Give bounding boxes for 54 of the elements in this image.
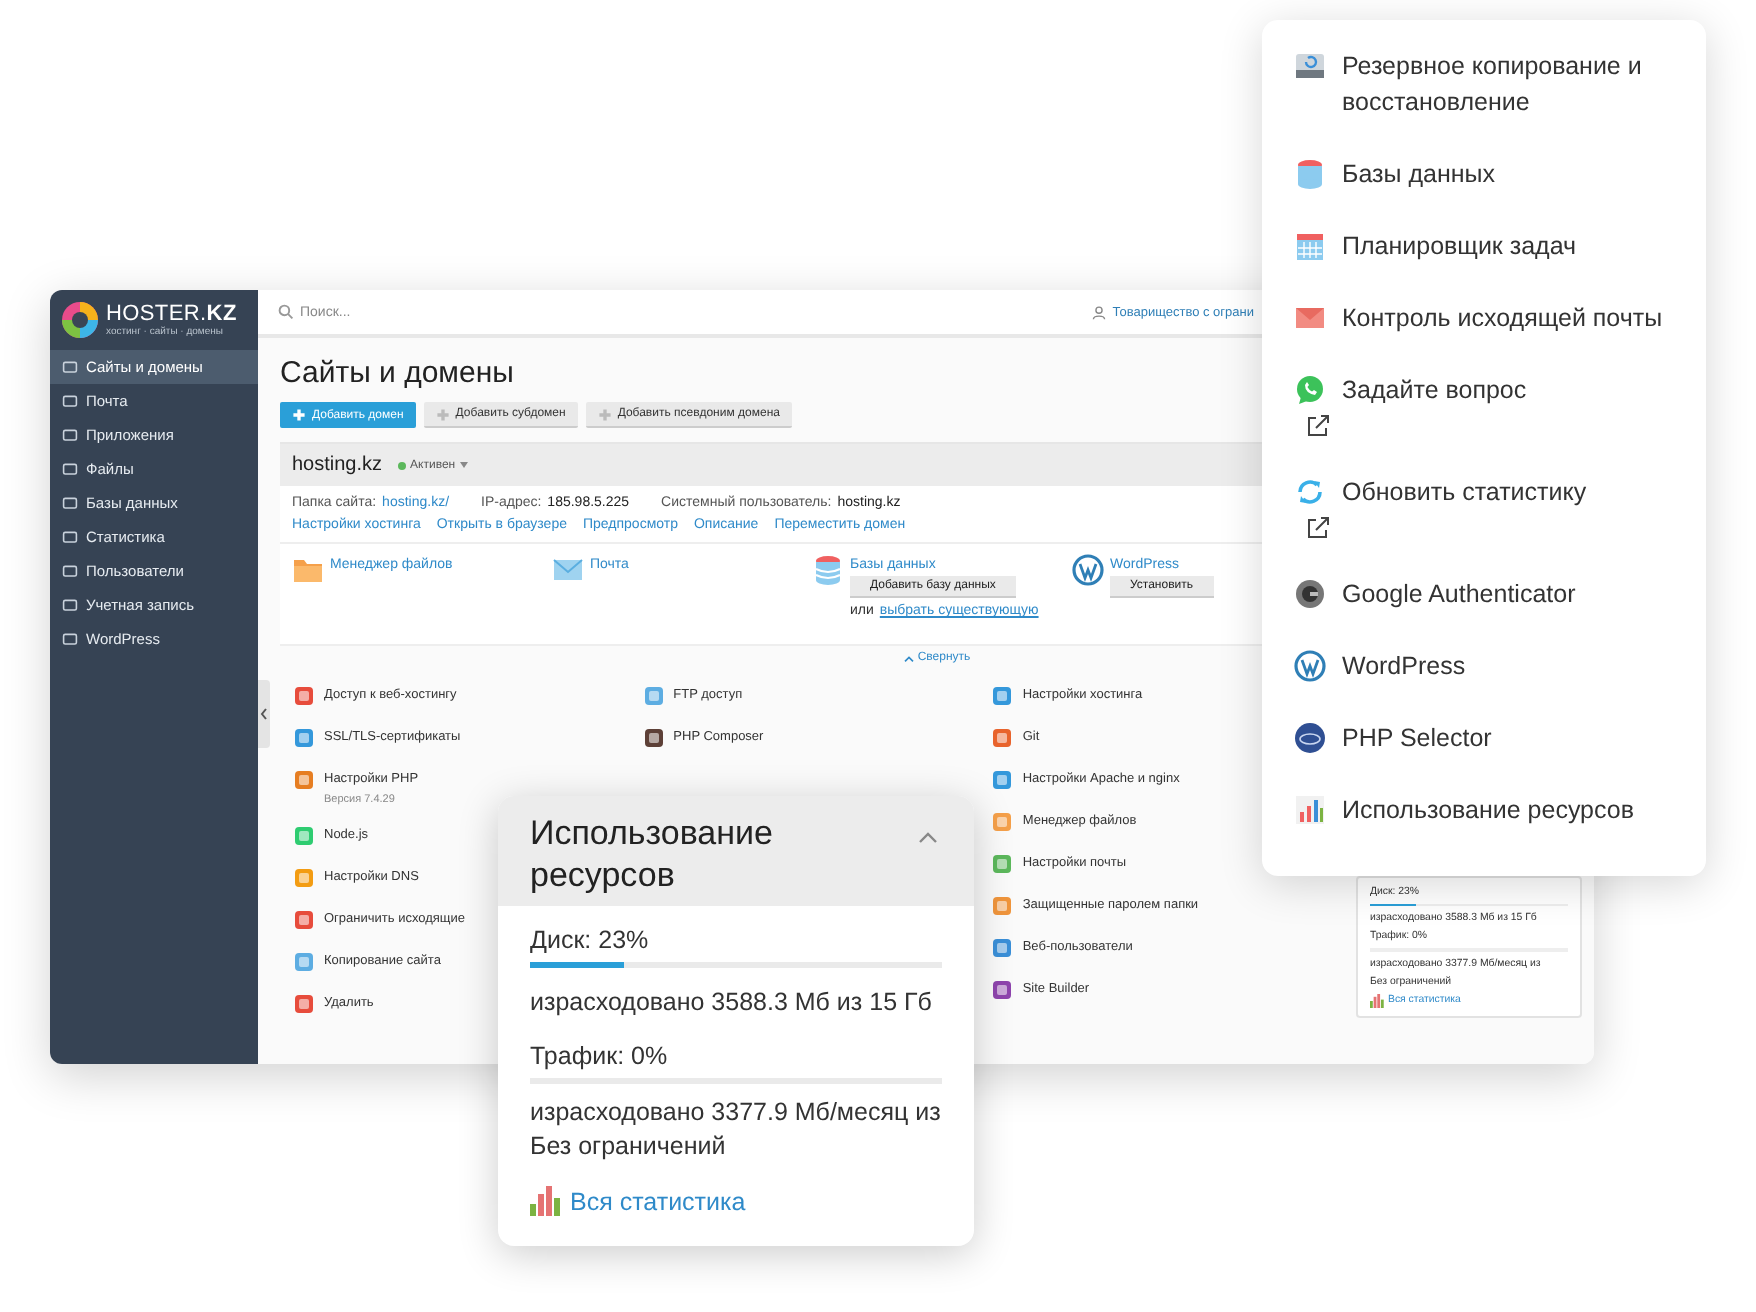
traffic-used-text: израсходовано 3377.9 Мб/месяц из [530,1098,942,1126]
drive-icon [1294,50,1326,82]
disk-label: Диск: 23% [530,926,651,954]
popup-title: Использование ресурсов [530,812,775,896]
tool-icon [294,825,314,845]
external-link-icon [1306,516,1330,540]
caret-icon [459,462,468,468]
menu-item[interactable]: PHP Selector [1294,720,1706,756]
tool-icon [992,811,1013,831]
search-icon [278,304,294,320]
calendar-icon [1294,230,1326,262]
tool-icon [294,685,314,705]
tool-icon [294,867,314,887]
external-link-icon [1306,414,1330,438]
refresh-icon [1294,476,1326,508]
all-statistics-link[interactable]: Вся статистика [570,1188,746,1216]
tool-icon [992,769,1013,789]
sidebar-collapse-handle[interactable] [258,679,270,747]
tool-icon [294,993,314,1013]
menu-item[interactable]: Базы данных [1294,156,1706,192]
tool-icon [643,685,664,705]
menu-item[interactable]: Контроль исходящей почты [1294,300,1706,336]
menu-item[interactable]: Google Authenticator [1294,576,1706,612]
chat-bubble-icon [1294,374,1326,406]
chevron-up-icon[interactable] [918,832,938,844]
page-title: Сайты и домены [280,356,516,390]
plus-icon [435,407,450,421]
logo-icon [60,300,100,340]
traffic-label: Трафик: 0% [530,1042,670,1070]
menu-item[interactable]: WordPress [1294,648,1706,684]
tool-icon [992,979,1013,999]
plus-icon [292,408,306,422]
domain-name: hosting.kz [292,454,383,476]
chevron-up-icon [903,655,914,661]
monitor-icon [62,359,78,375]
menu-item[interactable]: Задайте вопрос [1294,372,1706,438]
tool-icon [992,853,1013,873]
tool-icon [992,937,1013,957]
menu-item[interactable]: Обновить статистику [1294,474,1706,540]
tool-icon [294,769,314,789]
tool-icon [992,685,1013,705]
tool-icon [294,951,314,971]
tool-icon [294,727,314,747]
menu-item[interactable]: Резервное копирование и восстановление [1294,48,1706,120]
traffic-limit-text: Без ограничений [530,1130,728,1164]
menu-item[interactable]: Использование ресурсов [1294,792,1706,828]
logo-text: HOSTER.KZ [106,303,237,325]
tool-icon [294,909,314,929]
tool-icon [992,895,1013,915]
tool-icon [643,727,664,747]
menu-item[interactable]: Планировщик задач [1294,228,1706,264]
disk-used-text: израсходовано 3588.3 Мб из 15 Гб [530,986,934,1020]
tool-icon [992,727,1013,747]
plus-icon [597,407,612,421]
